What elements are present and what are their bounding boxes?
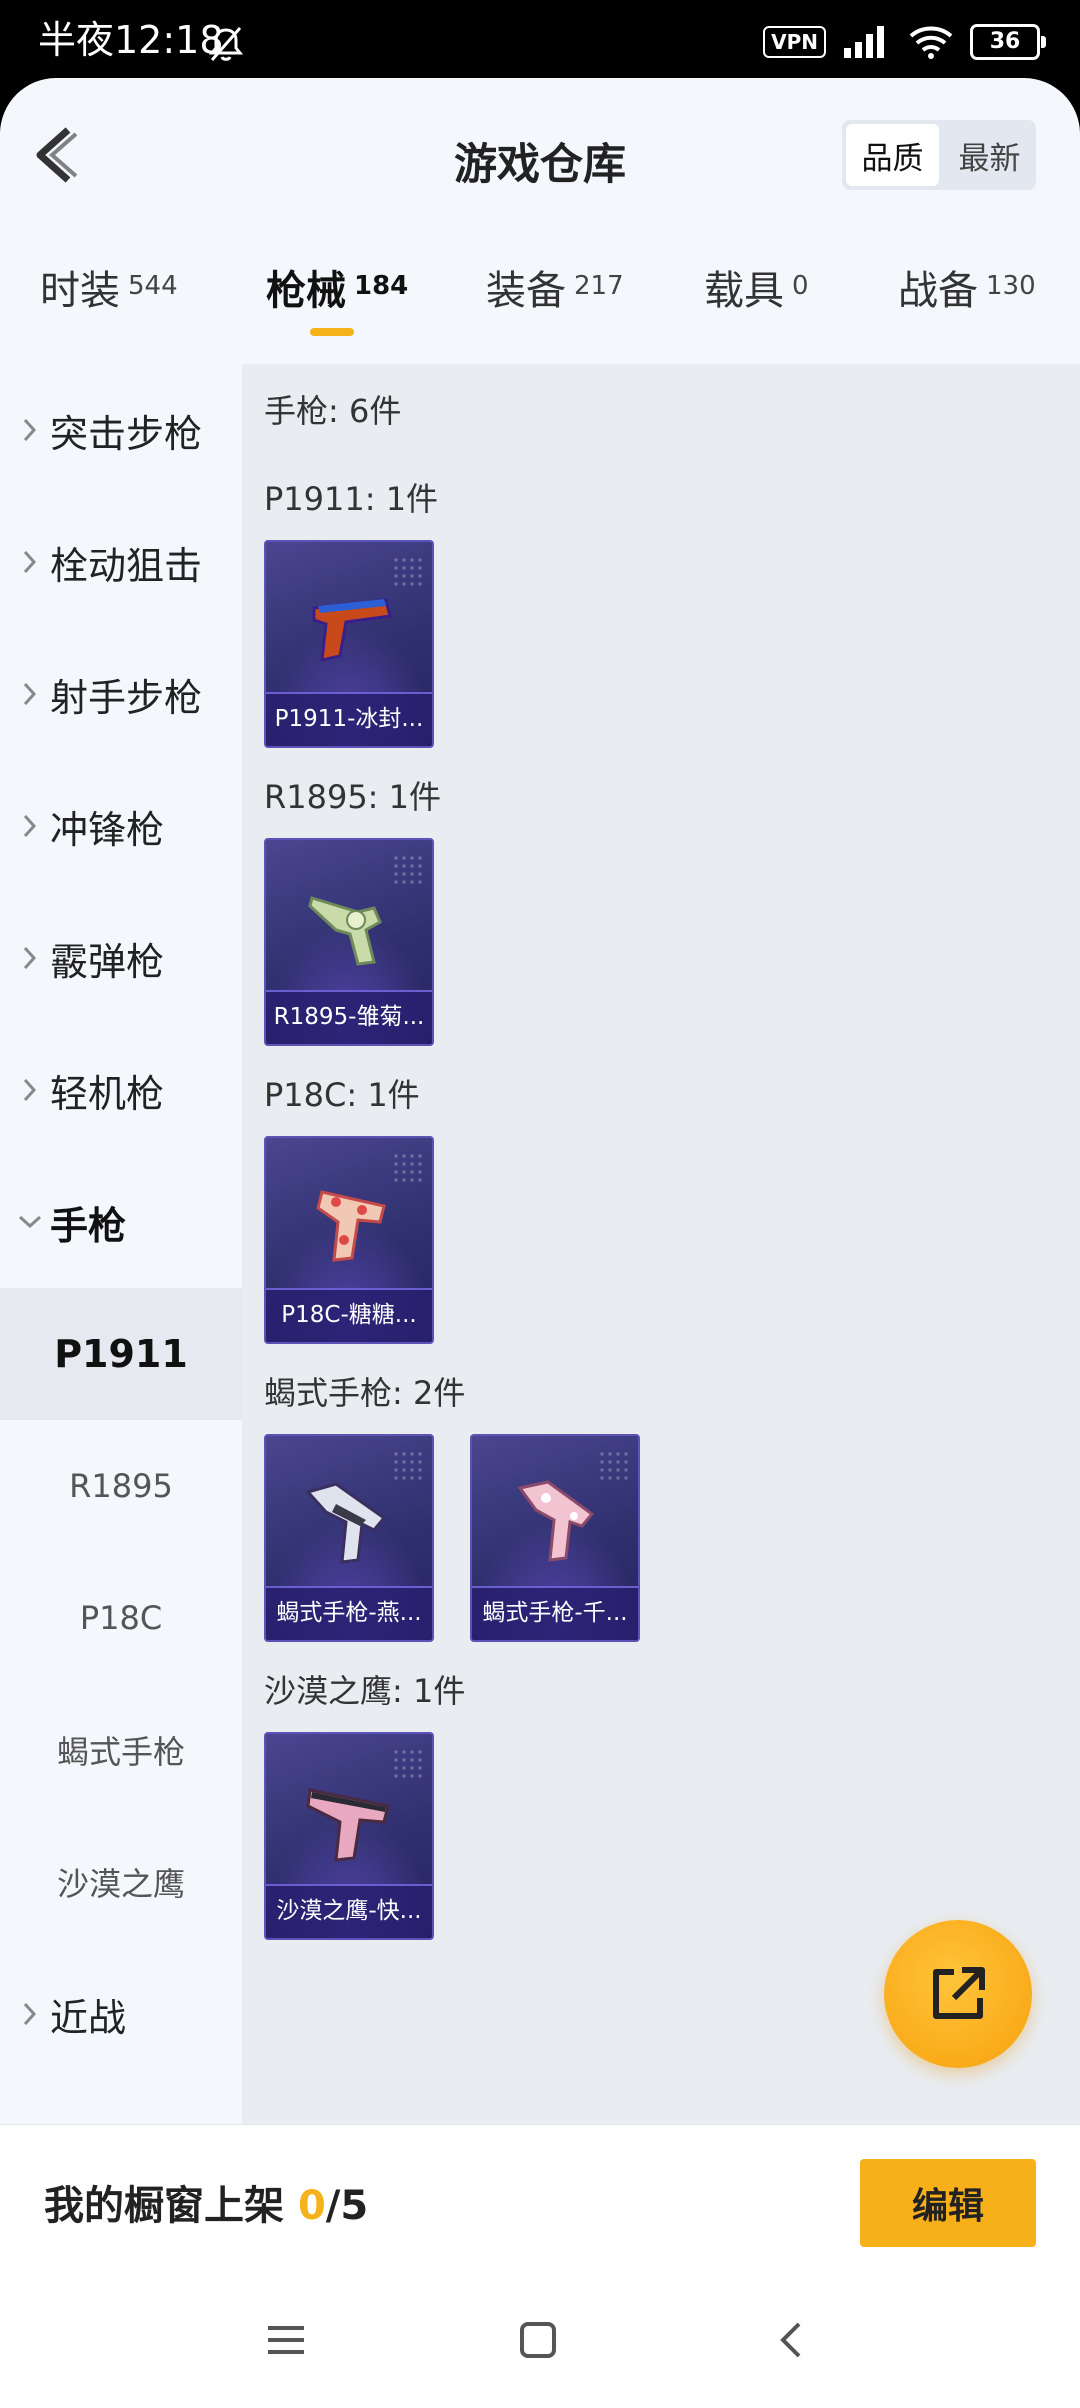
sidebar-item-label: 霰弹枪 bbox=[50, 939, 165, 984]
sidebar-item-label: 轻机枪 bbox=[50, 1071, 165, 1116]
tab-count: 130 bbox=[986, 271, 1036, 301]
showcase-count: 0 bbox=[297, 2183, 326, 2229]
skin-card[interactable]: P1911-冰封... bbox=[264, 540, 434, 748]
weapon-category-sidebar: 突击步枪 栓动狙击 射手步枪 冲锋枪 霰弹枪 轻机枪 手枪 P1911 R189… bbox=[0, 364, 242, 2204]
tab-combat-prep[interactable]: 战备 130 bbox=[898, 258, 1036, 368]
signal-icon bbox=[844, 26, 884, 58]
tab-firearms[interactable]: 枪械 184 bbox=[266, 258, 408, 368]
showcase-text: 我的橱窗上架 bbox=[44, 2183, 284, 2229]
sidebar-subitem-p18c[interactable]: P18C bbox=[0, 1552, 242, 1684]
tab-label: 载具 bbox=[704, 268, 784, 314]
section-title: 沙漠之鹰: 1件 bbox=[264, 1672, 466, 1710]
showcase-bar: 我的橱窗上架 0/5 编辑 bbox=[0, 2124, 1080, 2275]
skin-card-label: R1895-雏菊... bbox=[266, 990, 432, 1044]
status-bar: 半夜12:18 VPN 36 bbox=[0, 0, 1080, 78]
sort-quality-button[interactable]: 品质 bbox=[846, 124, 939, 186]
sidebar-item-shotgun[interactable]: 霰弹枪 bbox=[0, 892, 242, 1024]
system-nav-bar bbox=[0, 2274, 1080, 2408]
section-title: R1895: 1件 bbox=[264, 778, 441, 816]
scorpion-smg-icon bbox=[305, 1482, 387, 1564]
p18c-pistol-icon bbox=[316, 1190, 386, 1262]
sidebar-item-marksman-rifle[interactable]: 射手步枪 bbox=[0, 628, 242, 760]
battery-indicator: 36 bbox=[970, 24, 1046, 60]
active-tab-indicator bbox=[310, 328, 354, 336]
chevron-right-icon bbox=[0, 2001, 50, 2027]
edit-button[interactable]: 编辑 bbox=[860, 2159, 1036, 2247]
tab-label: 装备 bbox=[486, 268, 566, 314]
menu-icon[interactable] bbox=[256, 2310, 316, 2370]
home-icon[interactable] bbox=[508, 2310, 568, 2370]
sidebar-item-label: 冲锋枪 bbox=[50, 807, 165, 852]
wifi-icon bbox=[909, 26, 953, 59]
skin-card-label: P18C-糖糖... bbox=[266, 1288, 432, 1342]
category-tabs: 时装 544 枪械 184 装备 217 载具 0 战备 130 bbox=[0, 258, 1080, 368]
chevron-right-icon bbox=[0, 945, 50, 971]
section-title: P18C: 1件 bbox=[264, 1076, 420, 1114]
skin-card-label: P1911-冰封... bbox=[266, 692, 432, 746]
chevron-right-icon bbox=[0, 549, 50, 575]
sidebar-subitem-r1895[interactable]: R1895 bbox=[0, 1420, 242, 1552]
external-link-icon bbox=[933, 1967, 985, 2019]
skin-card[interactable]: 蝎式手枪-千... bbox=[470, 1434, 640, 1642]
desert-eagle-icon bbox=[306, 1788, 390, 1862]
sidebar-item-label: 射手步枪 bbox=[50, 675, 203, 720]
tab-count: 0 bbox=[792, 271, 809, 301]
skin-card-label: 蝎式手枪-燕... bbox=[266, 1586, 432, 1640]
tab-label: 战备 bbox=[898, 268, 978, 314]
skin-card[interactable]: P18C-糖糖... bbox=[264, 1136, 434, 1344]
showcase-label: 我的橱窗上架 0/5 bbox=[44, 2173, 368, 2231]
section-title: P1911: 1件 bbox=[264, 480, 439, 518]
tab-label: 枪械 bbox=[266, 268, 346, 314]
p1911-pistol-icon bbox=[312, 598, 392, 662]
chevron-right-icon bbox=[0, 813, 50, 839]
sidebar-item-label: 手枪 bbox=[50, 1203, 127, 1248]
sort-toggle: 品质 最新 bbox=[842, 120, 1036, 190]
chevron-down-icon bbox=[0, 1214, 50, 1230]
tab-vehicles[interactable]: 载具 0 bbox=[704, 258, 809, 368]
sidebar-item-smg[interactable]: 冲锋枪 bbox=[0, 760, 242, 892]
skin-card[interactable]: R1895-雏菊... bbox=[264, 838, 434, 1046]
tab-count: 217 bbox=[574, 271, 624, 301]
showcase-total: /5 bbox=[325, 2183, 369, 2229]
tab-label: 时装 bbox=[40, 268, 120, 314]
sidebar-subitem-scorpion[interactable]: 蝎式手枪 bbox=[0, 1684, 242, 1816]
chevron-right-icon bbox=[0, 681, 50, 707]
r1895-revolver-icon bbox=[308, 896, 382, 966]
tab-count: 184 bbox=[354, 271, 409, 301]
skin-card-label: 蝎式手枪-千... bbox=[472, 1586, 638, 1640]
sidebar-subitem-p1911[interactable]: P1911 bbox=[0, 1288, 242, 1420]
back-icon[interactable] bbox=[762, 2310, 822, 2370]
tab-count: 544 bbox=[128, 271, 178, 301]
sidebar-item-label: 近战 bbox=[50, 1995, 127, 2040]
sidebar-item-assault-rifle[interactable]: 突击步枪 bbox=[0, 364, 242, 496]
sort-latest-button[interactable]: 最新 bbox=[943, 120, 1036, 190]
tab-fashion[interactable]: 时装 544 bbox=[40, 258, 178, 368]
scorpion-smg-icon bbox=[517, 1480, 595, 1562]
inventory-content: 手枪: 6件 P1911: 1件 P1911-冰封... R1895: 1件 R… bbox=[242, 364, 1080, 2124]
header: 游戏仓库 品质 最新 bbox=[0, 78, 1080, 228]
skin-card[interactable]: 蝎式手枪-燕... bbox=[264, 1434, 434, 1642]
chevron-right-icon bbox=[0, 1077, 50, 1103]
status-time: 半夜12:18 bbox=[38, 18, 224, 62]
skin-card-label: 沙漠之鹰-快... bbox=[266, 1884, 432, 1938]
sidebar-item-label: 栓动狙击 bbox=[50, 543, 203, 588]
sidebar-item-lmg[interactable]: 轻机枪 bbox=[0, 1024, 242, 1156]
vpn-badge: VPN bbox=[763, 26, 826, 58]
sidebar-item-label: 突击步枪 bbox=[50, 411, 203, 456]
section-title: 蝎式手枪: 2件 bbox=[264, 1374, 466, 1412]
app-surface: 游戏仓库 品质 最新 时装 544 枪械 184 装备 217 载具 0 战备 … bbox=[0, 78, 1080, 2408]
chevron-right-icon bbox=[0, 417, 50, 443]
mute-bell-icon bbox=[208, 27, 244, 61]
tab-equipment[interactable]: 装备 217 bbox=[486, 258, 624, 368]
pistol-summary: 手枪: 6件 bbox=[264, 392, 402, 430]
sidebar-subitem-desert-eagle[interactable]: 沙漠之鹰 bbox=[0, 1816, 242, 1948]
sidebar-item-pistol[interactable]: 手枪 bbox=[0, 1156, 242, 1288]
sidebar-item-bolt-sniper[interactable]: 栓动狙击 bbox=[0, 496, 242, 628]
share-fab-button[interactable] bbox=[884, 1920, 1032, 2068]
sidebar-item-melee[interactable]: 近战 bbox=[0, 1948, 242, 2080]
skin-card[interactable]: 沙漠之鹰-快... bbox=[264, 1732, 434, 1940]
